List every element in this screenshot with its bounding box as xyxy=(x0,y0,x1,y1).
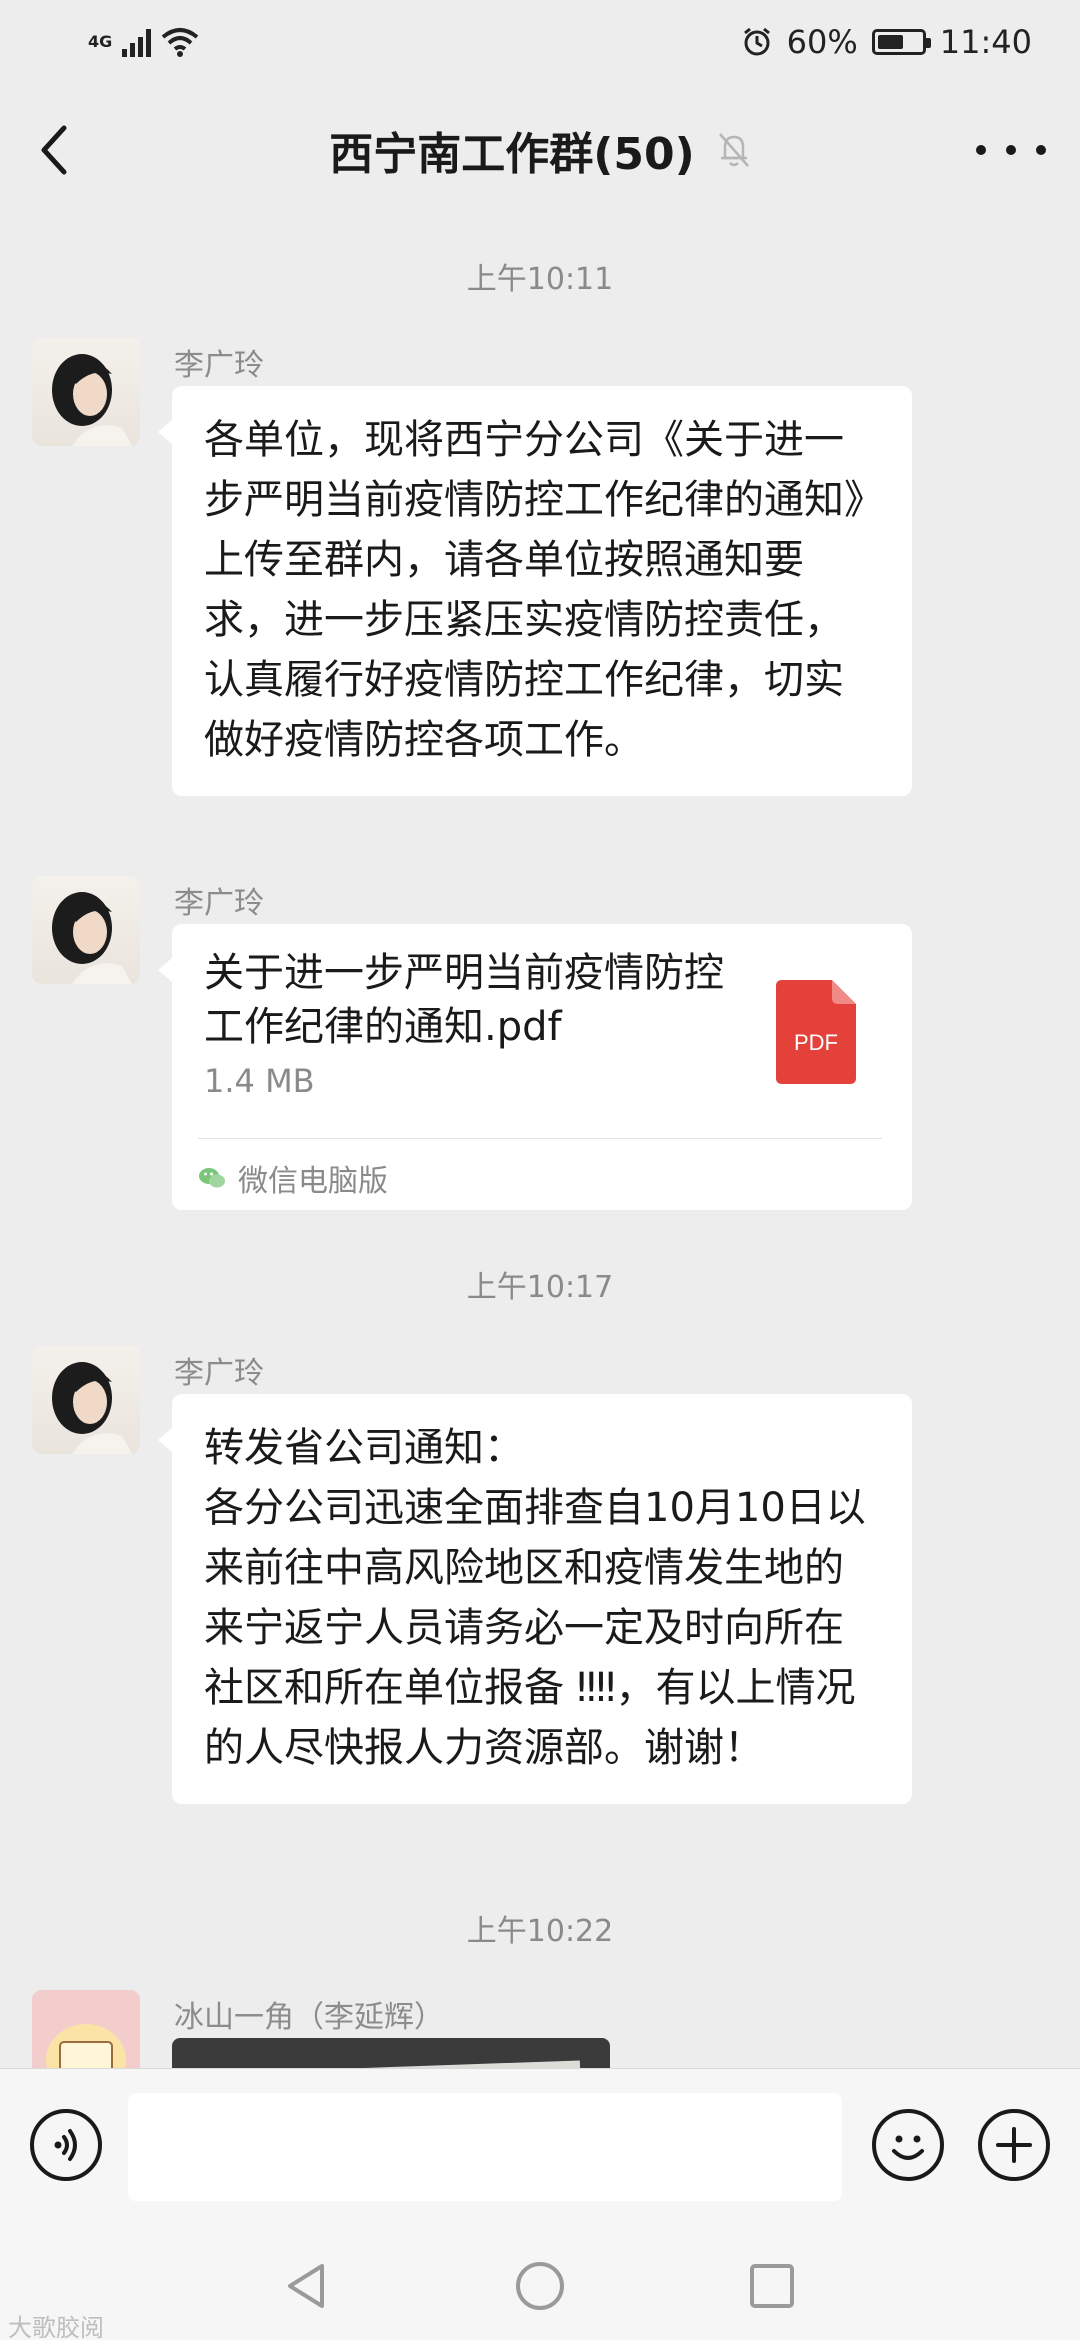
image-thumbnail xyxy=(260,2060,584,2068)
more-dots-icon[interactable] xyxy=(976,128,1046,172)
system-navigation xyxy=(0,2228,1080,2340)
sender-name: 李广玲 xyxy=(174,1356,264,1391)
network-type: 4G xyxy=(88,32,113,51)
status-right: 60% 11:40 xyxy=(741,23,1032,61)
text-message-bubble[interactable]: 各单位，现将西宁分公司《关于进一步严明当前疫情防控工作纪律的通知》上传至群内，请… xyxy=(158,386,912,796)
file-source-label: 微信电脑版 xyxy=(238,1164,388,1199)
sender-name: 冰山一角（李延辉） xyxy=(174,2000,444,2035)
wechat-icon xyxy=(199,1168,225,1188)
emoji-icon[interactable] xyxy=(872,2109,944,2181)
file-message-bubble[interactable]: 关于进一步严明当前疫情防控工作纪律的通知.pdf 1.4 MB PDF 微信电脑… xyxy=(158,924,912,1210)
file-source: 微信电脑版 xyxy=(198,1156,388,1200)
pdf-badge-label: PDF xyxy=(794,1030,838,1055)
avatar[interactable] xyxy=(32,1346,140,1454)
clock: 11:40 xyxy=(939,23,1032,61)
status-bar: 4G 60% 11:40 xyxy=(0,0,1080,84)
watermark: 大歌胶阅 xyxy=(8,2314,104,2340)
timestamp: 上午10:11 xyxy=(466,262,614,297)
home-circle-icon[interactable] xyxy=(512,2258,568,2314)
bell-off-icon xyxy=(718,133,749,167)
message-input[interactable] xyxy=(128,2093,842,2201)
timestamp: 上午10:17 xyxy=(466,1270,614,1305)
file-size: 1.4 MB xyxy=(204,1062,315,1100)
input-bar xyxy=(0,2068,1080,2228)
sender-name: 李广玲 xyxy=(174,886,264,921)
status-left: 4G xyxy=(88,27,199,57)
battery-percent: 60% xyxy=(786,23,858,61)
title-group: 西宁南工作群(50) xyxy=(329,118,750,182)
divider xyxy=(198,1138,882,1139)
image-message-bubble[interactable] xyxy=(172,2038,610,2068)
timestamp: 上午10:22 xyxy=(466,1914,614,1949)
text-message-bubble[interactable]: 转发省公司通知： 各分公司迅速全面排查自10月10日以来前往中高风险地区和疫情发… xyxy=(158,1394,912,1804)
avatar[interactable] xyxy=(32,1990,140,2068)
battery-icon xyxy=(871,29,931,55)
alarm-icon xyxy=(743,27,770,56)
chevron-left-icon[interactable] xyxy=(34,120,74,180)
plus-icon[interactable] xyxy=(978,2109,1050,2181)
sender-name: 李广玲 xyxy=(174,348,264,383)
chat-header: 西宁南工作群(50) xyxy=(0,84,1080,216)
wifi-icon xyxy=(161,28,199,57)
pdf-file-icon: PDF xyxy=(776,980,856,1084)
recents-square-icon[interactable] xyxy=(744,2258,800,2314)
back-triangle-icon[interactable] xyxy=(280,2258,336,2314)
chat-messages[interactable]: 上午10:11 李广玲 各单位，现将西宁分公司《关于进一步严明当前疫情防控工作纪… xyxy=(0,216,1080,2068)
voice-icon[interactable] xyxy=(30,2109,102,2181)
avatar[interactable] xyxy=(32,876,140,984)
file-name: 关于进一步严明当前疫情防控工作纪律的通知.pdf xyxy=(204,950,724,1050)
page-title: 西宁南工作群(50) xyxy=(329,129,695,180)
signal-icon xyxy=(122,27,152,57)
avatar[interactable] xyxy=(32,338,140,446)
